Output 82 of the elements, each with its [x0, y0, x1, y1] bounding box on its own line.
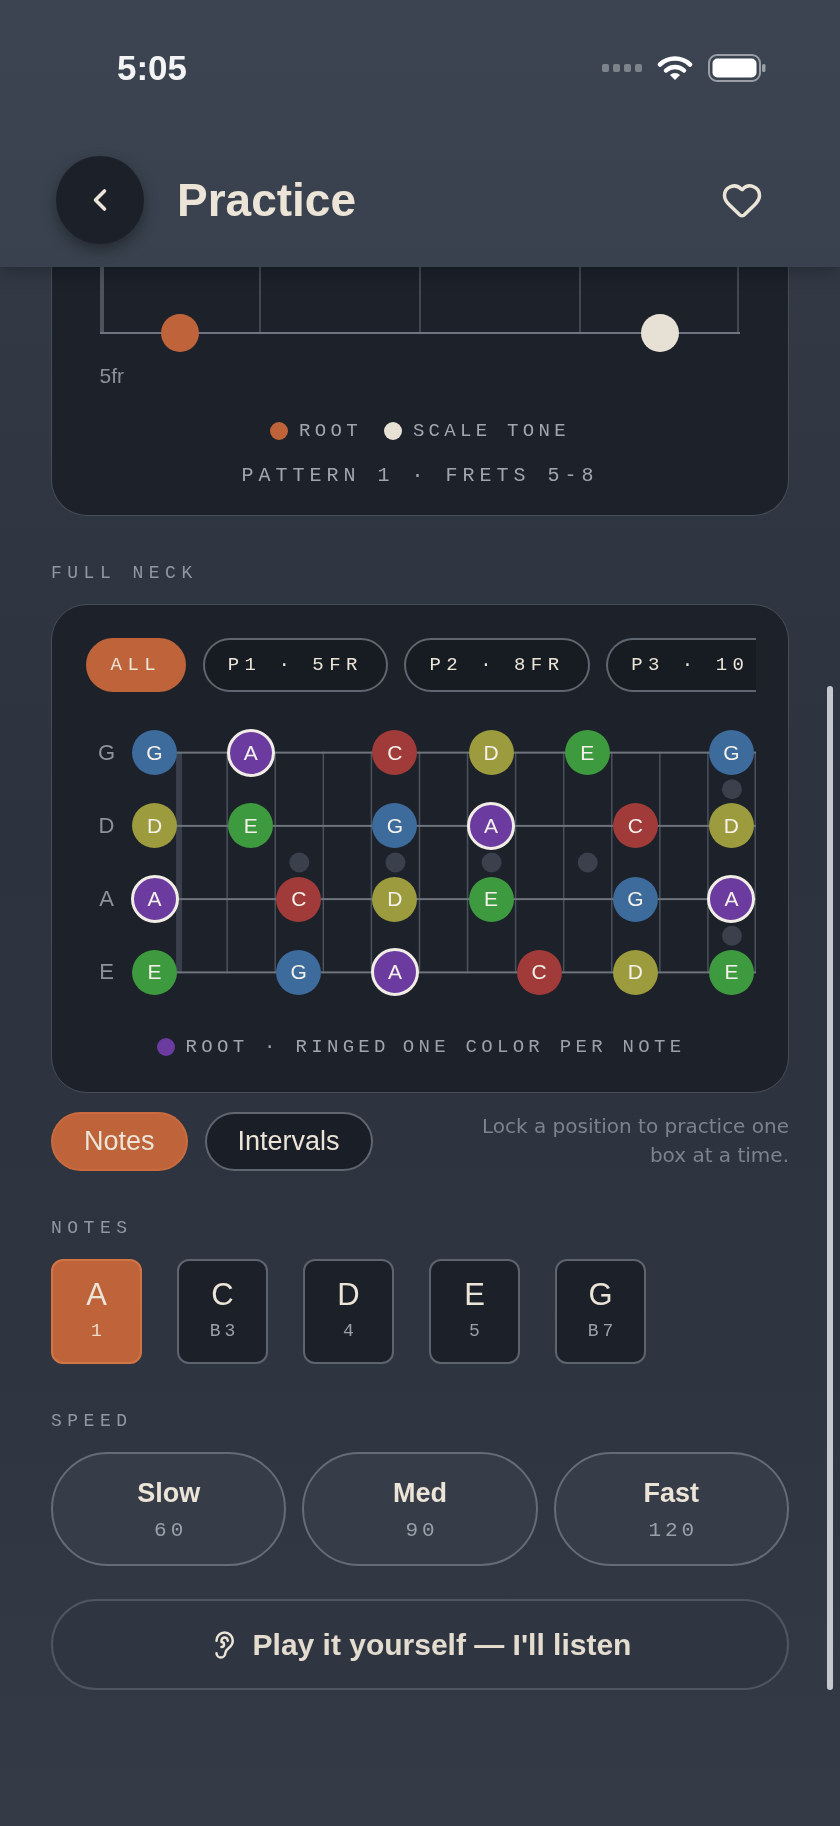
note-marker: C	[516, 949, 562, 995]
signal-icon	[602, 64, 642, 72]
note-marker: G	[708, 730, 754, 776]
note-marker: G	[276, 949, 322, 995]
section-heading: SPEED	[51, 1410, 134, 1432]
fret-inlay-icon	[288, 852, 309, 873]
note-marker: D	[468, 730, 514, 776]
note-marker: D	[612, 949, 658, 995]
note-marker: G	[612, 876, 658, 922]
legend-label: ROOT	[299, 419, 362, 443]
bpm-value: 120	[647, 1519, 699, 1543]
page-title: Practice	[177, 173, 356, 227]
fret-inlay-icon	[721, 779, 742, 800]
listen-label: Play it yourself — I'll listen	[252, 1626, 632, 1663]
note-marker: G	[372, 803, 418, 849]
string-label: A	[98, 885, 115, 914]
note-marker: C	[372, 730, 418, 776]
string-label: D	[97, 811, 116, 840]
mode-toggle[interactable]: Intervals	[204, 1112, 373, 1171]
note-marker: D	[372, 876, 418, 922]
root-note-marker: A	[707, 875, 756, 924]
note-marker: D	[708, 803, 754, 849]
listen-button[interactable]: Play it yourself — I'll listen	[51, 1599, 789, 1690]
root-note-marker: A	[226, 728, 275, 777]
scale-tone-dot-icon	[383, 422, 402, 440]
section-heading: NOTES	[51, 1217, 134, 1239]
note-marker: E	[564, 730, 610, 776]
speed-button[interactable]: Fast 120	[553, 1452, 789, 1566]
note-name: A	[86, 1278, 107, 1312]
speed-name: Slow	[137, 1478, 201, 1508]
speed-name: Fast	[643, 1478, 700, 1508]
note-tile[interactable]: E 5	[429, 1259, 520, 1364]
root-note-marker: A	[467, 801, 516, 850]
legend-label: ROOT · RINGED	[185, 1035, 390, 1059]
speed-button[interactable]: Slow 60	[51, 1452, 287, 1566]
string-label: E	[98, 958, 115, 987]
note-marker: D	[132, 803, 178, 849]
bpm-value: 60	[153, 1519, 188, 1543]
interval-label: B3	[208, 1320, 240, 1342]
scale-tone-marker-icon	[640, 314, 679, 352]
note-name: E	[464, 1278, 485, 1312]
fret-inlay-icon	[721, 925, 742, 946]
position-chip[interactable]: P1 · 5FR	[202, 637, 388, 692]
fret-inlay-icon	[577, 852, 598, 873]
root-dot-icon	[270, 422, 289, 440]
pattern-caption: PATTERN 1 · FRETS 5-8	[240, 464, 600, 488]
note-tile[interactable]: C B3	[177, 1259, 268, 1364]
note-marker: E	[708, 949, 754, 995]
root-marker-icon	[160, 314, 199, 352]
note-marker: C	[276, 876, 322, 922]
battery-icon	[708, 54, 766, 82]
note-marker: E	[468, 876, 514, 922]
fret-inlay-icon	[384, 852, 405, 873]
note-name: D	[337, 1278, 360, 1312]
note-marker: C	[612, 803, 658, 849]
position-chip[interactable]: P2 · 8FR	[404, 637, 590, 692]
hint-text: Lock a position to practice one box at a time.	[480, 1113, 789, 1169]
note-marker: E	[132, 949, 178, 995]
interval-label: 5	[468, 1320, 484, 1342]
legend-label: SCALE TONE	[412, 419, 570, 443]
fret-inlay-icon	[481, 852, 502, 873]
note-tile[interactable]: G B7	[555, 1259, 646, 1364]
position-chip[interactable]: P3 · 10	[606, 637, 756, 692]
speed-button[interactable]: Med 90	[302, 1452, 538, 1566]
bpm-value: 90	[404, 1519, 439, 1543]
note-marker: E	[228, 803, 274, 849]
note-marker: G	[132, 730, 178, 776]
string-label: G	[96, 738, 117, 767]
speed-name: Med	[393, 1478, 447, 1508]
interval-label: B7	[586, 1320, 618, 1342]
wifi-icon	[657, 55, 693, 81]
root-note-marker: A	[370, 948, 419, 997]
legend-note: ONE COLOR PER NOTE	[402, 1035, 686, 1059]
status-time: 5:05	[117, 48, 188, 88]
note-name: G	[588, 1278, 613, 1312]
fret-label: 5fr	[99, 364, 125, 388]
note-tile[interactable]: D 4	[303, 1259, 394, 1364]
interval-label: 4	[342, 1320, 358, 1342]
note-name: C	[211, 1278, 234, 1312]
root-note-marker: A	[130, 875, 179, 924]
section-heading: FULL NECK	[51, 562, 199, 584]
interval-label: 1	[90, 1320, 106, 1342]
